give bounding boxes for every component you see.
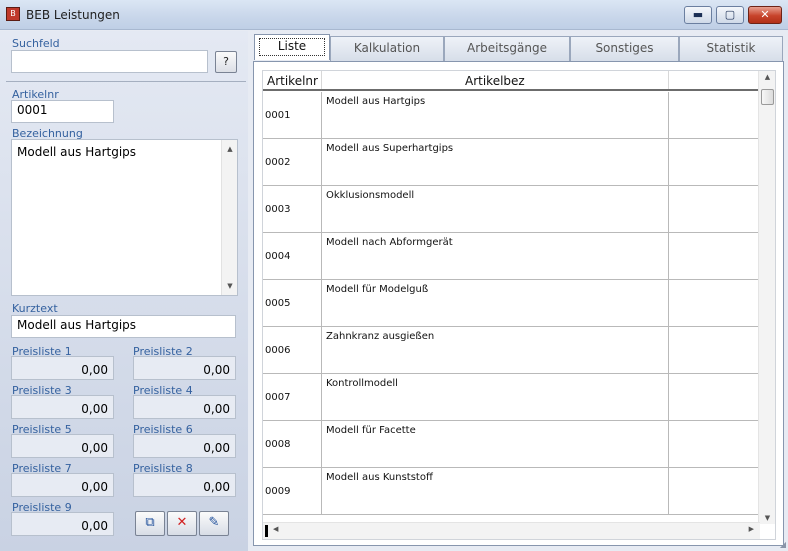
edit-icon: ✎ bbox=[208, 515, 220, 530]
tab-sonstiges[interactable]: Sonstiges bbox=[570, 36, 679, 61]
table-row[interactable]: 0003 Okklusionsmodell bbox=[263, 186, 760, 233]
scroll-left-icon[interactable]: ◀ bbox=[273, 525, 278, 533]
detail-pane: Suchfeld ? Artikelnr 0001 Bezeichnung Mo… bbox=[0, 31, 248, 551]
cell-artikelbez: Okklusionsmodell bbox=[326, 190, 415, 201]
cell-artikelnr: 0001 bbox=[265, 110, 291, 121]
cell-artikelnr: 0002 bbox=[265, 157, 291, 168]
cell-artikelnr: 0004 bbox=[265, 251, 291, 262]
bezeichnung-text: Modell aus Hartgips bbox=[17, 145, 137, 159]
divider bbox=[6, 81, 246, 82]
app-icon: B bbox=[6, 7, 20, 21]
tab-kalkulation[interactable]: Kalkulation bbox=[330, 36, 444, 61]
scroll-right-icon[interactable]: ▶ bbox=[749, 525, 754, 533]
table-row[interactable]: 0009 Modell aus Kunststoff bbox=[263, 468, 760, 515]
bezeichnung-textarea[interactable]: Modell aus Hartgips ▲ ▼ bbox=[11, 139, 238, 296]
column-header-artikelbez[interactable]: Artikelbez bbox=[465, 74, 525, 88]
cell-artikelbez: Zahnkranz ausgießen bbox=[326, 331, 435, 342]
copy-button[interactable]: ⧉ bbox=[135, 511, 165, 536]
cell-artikelbez: Modell aus Kunststoff bbox=[326, 472, 433, 483]
close-icon: ✕ bbox=[760, 8, 770, 21]
tab-panel-liste: Artikelnr Artikelbez 0001 Modell aus Har… bbox=[253, 61, 784, 546]
cell-artikelnr: 0006 bbox=[265, 345, 291, 356]
window-title: BEB Leistungen bbox=[26, 8, 120, 22]
row-marker bbox=[265, 525, 268, 537]
tab-focus-ring bbox=[259, 38, 325, 56]
delete-button[interactable]: ✕ bbox=[167, 511, 197, 536]
minimize-icon: ▬ bbox=[692, 8, 704, 21]
preisliste-6-field[interactable]: 0,00 bbox=[133, 434, 236, 458]
articles-grid[interactable]: Artikelnr Artikelbez 0001 Modell aus Har… bbox=[262, 70, 776, 540]
cell-artikelbez: Kontrollmodell bbox=[326, 378, 398, 389]
table-row[interactable]: 0002 Modell aus Superhartgips bbox=[263, 139, 760, 186]
title-bar: B BEB Leistungen ▬ ▢ ✕ bbox=[0, 0, 788, 30]
table-row[interactable]: 0007 Kontrollmodell bbox=[263, 374, 760, 421]
preisliste-9-field[interactable]: 0,00 bbox=[11, 512, 114, 536]
table-row[interactable]: 0004 Modell nach Abformgerät bbox=[263, 233, 760, 280]
tab-bar: Liste Kalkulation Arbeitsgänge Sonstiges… bbox=[248, 31, 788, 61]
kurztext-label: Kurztext bbox=[12, 302, 58, 315]
edit-button[interactable]: ✎ bbox=[199, 511, 229, 536]
scroll-down-icon[interactable]: ▼ bbox=[759, 514, 775, 522]
grid-header: Artikelnr Artikelbez bbox=[263, 71, 760, 91]
table-row[interactable]: 0006 Zahnkranz ausgießen bbox=[263, 327, 760, 374]
close-button[interactable]: ✕ bbox=[748, 6, 782, 24]
table-row[interactable]: 0005 Modell für Modelguß bbox=[263, 280, 760, 327]
cell-artikelbez: Modell aus Hartgips bbox=[326, 96, 426, 107]
preisliste-2-field[interactable]: 0,00 bbox=[133, 356, 236, 380]
preisliste-1-field[interactable]: 0,00 bbox=[11, 356, 114, 380]
tab-arbeitsgaenge[interactable]: Arbeitsgänge bbox=[444, 36, 570, 61]
column-header-artikelnr[interactable]: Artikelnr bbox=[267, 74, 318, 88]
cell-artikelbez: Modell für Modelguß bbox=[326, 284, 429, 295]
scroll-down-icon[interactable]: ▼ bbox=[222, 279, 238, 293]
tab-label: Statistik bbox=[706, 41, 756, 55]
column-divider[interactable] bbox=[668, 71, 669, 89]
cell-artikelbez: Modell für Facette bbox=[326, 425, 416, 436]
delete-icon: ✕ bbox=[176, 515, 188, 530]
cell-artikelbez: Modell nach Abformgerät bbox=[326, 237, 453, 248]
cell-artikelnr: 0003 bbox=[265, 204, 291, 215]
cell-artikelnr: 0009 bbox=[265, 486, 291, 497]
table-row[interactable]: 0008 Modell für Facette bbox=[263, 421, 760, 468]
preisliste-7-field[interactable]: 0,00 bbox=[11, 473, 114, 497]
table-row[interactable]: 0001 Modell aus Hartgips bbox=[263, 92, 760, 139]
tab-label: Kalkulation bbox=[353, 41, 421, 55]
copy-icon: ⧉ bbox=[145, 515, 155, 530]
cell-artikelnr: 0005 bbox=[265, 298, 291, 309]
resize-grip-icon[interactable]: ◢ bbox=[780, 540, 786, 549]
scroll-up-icon[interactable]: ▲ bbox=[222, 142, 238, 156]
preisliste-5-field[interactable]: 0,00 bbox=[11, 434, 114, 458]
grid-horizontal-scrollbar[interactable]: ◀ ▶ bbox=[263, 522, 760, 539]
search-input[interactable] bbox=[11, 50, 208, 73]
preisliste-3-field[interactable]: 0,00 bbox=[11, 395, 114, 419]
cell-artikelnr: 0008 bbox=[265, 439, 291, 450]
list-pane: Liste Kalkulation Arbeitsgänge Sonstiges… bbox=[248, 31, 788, 551]
tab-label: Arbeitsgänge bbox=[466, 41, 547, 55]
scroll-up-icon[interactable]: ▲ bbox=[759, 73, 775, 81]
scroll-thumb[interactable] bbox=[761, 89, 774, 105]
bezeichnung-scrollbar[interactable]: ▲ ▼ bbox=[221, 140, 237, 295]
artikelnr-field[interactable]: 0001 bbox=[11, 100, 114, 123]
help-button[interactable]: ? bbox=[215, 51, 237, 73]
grid-vertical-scrollbar[interactable]: ▲ ▼ bbox=[758, 71, 775, 524]
cell-artikelbez: Modell aus Superhartgips bbox=[326, 143, 454, 154]
tab-label: Sonstiges bbox=[595, 41, 654, 55]
minimize-button[interactable]: ▬ bbox=[684, 6, 712, 24]
tab-liste[interactable]: Liste bbox=[254, 34, 330, 60]
cell-artikelnr: 0007 bbox=[265, 392, 291, 403]
preisliste-4-field[interactable]: 0,00 bbox=[133, 395, 236, 419]
preisliste-8-field[interactable]: 0,00 bbox=[133, 473, 236, 497]
search-label: Suchfeld bbox=[12, 37, 60, 50]
maximize-button[interactable]: ▢ bbox=[716, 6, 744, 24]
grid-rows: 0001 Modell aus Hartgips 0002 Modell aus… bbox=[263, 92, 760, 515]
tab-statistik[interactable]: Statistik bbox=[679, 36, 783, 61]
kurztext-field[interactable]: Modell aus Hartgips bbox=[11, 315, 236, 338]
column-divider[interactable] bbox=[321, 71, 322, 89]
maximize-icon: ▢ bbox=[724, 8, 736, 21]
